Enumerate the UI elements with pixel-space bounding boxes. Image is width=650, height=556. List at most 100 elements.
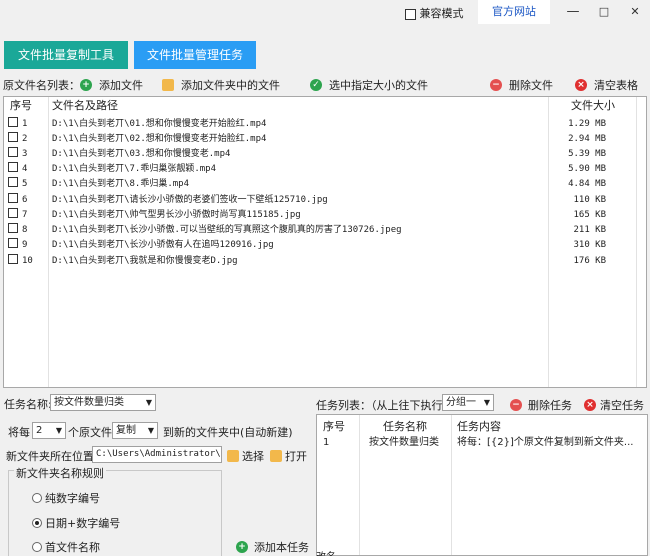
task-row[interactable]: 1 按文件数量归类 将每：[{2}]个原文件复制到新文件夹... (317, 435, 647, 451)
header-size[interactable]: 文件大小 (571, 97, 615, 115)
minimize-icon[interactable]: — (563, 2, 583, 22)
row-checkbox[interactable] (8, 254, 18, 264)
row-path: D:\1\白头到老丌\02.想和你慢慢变老开始脸红.mp4 (52, 134, 267, 144)
new-folder-location-input[interactable]: C:\Users\Administrator\Des (92, 446, 222, 463)
row-path: D:\1\白头到老丌\长沙小骄傲.可以当壁纸的写真照这个腹肌真的厉害了13072… (52, 225, 402, 235)
copy-tool-button[interactable]: 文件批量复制工具 (4, 41, 128, 69)
row-checkbox[interactable] (8, 177, 18, 187)
delete-task-button[interactable]: − 删除任务 (510, 397, 572, 413)
every-count-select[interactable]: 2 ▼ (32, 422, 66, 439)
mode-select[interactable]: 复制 ▼ (112, 422, 158, 439)
mode-value: 复制 (116, 425, 136, 436)
naming-option-label: 日期+数字编号 (45, 517, 121, 530)
row-checkbox[interactable] (8, 223, 18, 233)
header-index[interactable]: 序号 (10, 97, 32, 115)
row-checkbox[interactable] (8, 162, 18, 172)
delete-file-label: 删除文件 (509, 79, 553, 92)
select-by-size-button[interactable]: ✓ 选中指定大小的文件 (310, 77, 428, 93)
minus-circle-icon: − (510, 399, 522, 411)
group-select[interactable]: 分组一 ▼ (442, 394, 494, 411)
row-size: 5.39 MB (568, 149, 606, 159)
table-row[interactable]: 4 D:\1\白头到老丌\7.乖归巢张靓颖.mp4 5.90 MB (4, 162, 646, 177)
task-row-content: 将每：[{2}]个原文件复制到新文件夹... (457, 437, 634, 448)
file-table[interactable]: 序号 文件名及路径 文件大小 1 D:\1\白头到老丌\01.想和你慢慢变老开始… (3, 96, 647, 388)
naming-option-date-number[interactable]: 日期+数字编号 (32, 515, 120, 531)
table-row[interactable]: 8 D:\1\白头到老丌\长沙小骄傲.可以当壁纸的写真照这个腹肌真的厉害了130… (4, 223, 646, 238)
manage-tasks-button[interactable]: 文件批量管理任务 (134, 41, 256, 69)
source-files-label: 个原文件 (68, 426, 112, 439)
open-label: 打开 (285, 450, 307, 463)
clear-tasks-button[interactable]: × 清空任务 (584, 397, 644, 413)
row-checkbox[interactable] (8, 132, 18, 142)
table-row[interactable]: 9 D:\1\白头到老丌\长沙小骄傲有人在追吗120916.jpg 310 KB (4, 238, 646, 253)
add-file-button[interactable]: + 添加文件 (80, 77, 143, 93)
choose-label: 选择 (242, 450, 264, 463)
bottom-label-fragment: 改名 (316, 548, 336, 556)
open-button[interactable]: 打开 (270, 448, 307, 464)
row-index: 9 (22, 240, 28, 250)
delete-file-button[interactable]: − 删除文件 (490, 77, 553, 93)
task-name-select[interactable]: 按文件数量归类 ▼ (50, 394, 156, 411)
table-row[interactable]: 6 D:\1\白头到老丌\请长沙小骄傲的老婆们签收一下壁纸125710.jpg … (4, 193, 646, 208)
task-name-label: 任务名称: (4, 398, 52, 411)
table-row[interactable]: 10 D:\1\白头到老丌\我就是和你慢慢变老D.jpg 176 KB (4, 254, 646, 269)
row-checkbox[interactable] (8, 147, 18, 157)
task-header-content[interactable]: 任务内容 (457, 418, 501, 436)
chevron-down-icon: ▼ (55, 426, 62, 435)
row-index: 1 (22, 119, 28, 129)
compat-mode-checkbox[interactable]: 兼容模式 (405, 5, 464, 21)
header-path[interactable]: 文件名及路径 (52, 97, 118, 115)
close-icon[interactable]: ✕ (625, 2, 645, 22)
row-index: 2 (22, 134, 28, 144)
row-index: 6 (22, 195, 28, 205)
select-by-size-label: 选中指定大小的文件 (329, 79, 428, 92)
row-checkbox[interactable] (8, 193, 18, 203)
naming-option-label: 纯数字编号 (45, 492, 100, 505)
title-bar: 兼容模式 官方网站 — □ ✕ (0, 0, 650, 26)
task-header-name[interactable]: 任务名称 (383, 418, 427, 436)
row-path: D:\1\白头到老丌\8.乖归巢.mp4 (52, 179, 190, 189)
official-site-link[interactable]: 官方网站 (478, 0, 550, 24)
task-table[interactable]: 序号 任务名称 任务内容 1 按文件数量归类 将每：[{2}]个原文件复制到新文… (316, 414, 648, 556)
table-row[interactable]: 7 D:\1\白头到老丌\帅气型男长沙小骄傲时尚写真115185.jpg 165… (4, 208, 646, 223)
row-path: D:\1\白头到老丌\01.想和你慢慢变老开始脸红.mp4 (52, 119, 267, 129)
row-checkbox[interactable] (8, 208, 18, 218)
table-row[interactable]: 3 D:\1\白头到老丌\03.想和你慢慢变老.mp4 5.39 MB (4, 147, 646, 162)
minus-circle-icon: − (490, 79, 502, 91)
table-row[interactable]: 5 D:\1\白头到老丌\8.乖归巢.mp4 4.84 MB (4, 177, 646, 192)
naming-option-number[interactable]: 纯数字编号 (32, 490, 100, 506)
task-name-value: 按文件数量归类 (54, 397, 124, 408)
check-circle-icon: ✓ (310, 79, 322, 91)
radio-selected-icon[interactable] (32, 518, 42, 528)
row-index: 10 (22, 256, 33, 266)
row-path: D:\1\白头到老丌\7.乖归巢张靓颖.mp4 (52, 164, 217, 174)
row-size: 176 KB (573, 256, 606, 266)
add-icon: + (80, 79, 92, 91)
row-size: 4.84 MB (568, 179, 606, 189)
table-row[interactable]: 2 D:\1\白头到老丌\02.想和你慢慢变老开始脸红.mp4 2.94 MB (4, 132, 646, 147)
maximize-icon[interactable]: □ (594, 2, 614, 22)
clear-x-icon: × (575, 79, 587, 91)
row-index: 7 (22, 210, 28, 220)
add-task-button[interactable]: + 添加本任务 (236, 539, 309, 555)
clear-table-button[interactable]: × 清空表格 (575, 77, 638, 93)
row-path: D:\1\白头到老丌\帅气型男长沙小骄傲时尚写真115185.jpg (52, 210, 301, 220)
radio-icon[interactable] (32, 493, 42, 503)
choose-button[interactable]: 选择 (227, 448, 264, 464)
row-checkbox[interactable] (8, 238, 18, 248)
row-size: 2.94 MB (568, 134, 606, 144)
table-row[interactable]: 1 D:\1\白头到老丌\01.想和你慢慢变老开始脸红.mp4 1.29 MB (4, 117, 646, 132)
naming-option-first-file[interactable]: 首文件名称 (32, 539, 100, 555)
add-folder-files-button[interactable]: 添加文件夹中的文件 (162, 77, 280, 93)
radio-icon[interactable] (32, 542, 42, 552)
row-index: 4 (22, 164, 28, 174)
task-header-index[interactable]: 序号 (323, 418, 345, 436)
row-size: 5.90 MB (568, 164, 606, 174)
row-checkbox[interactable] (8, 117, 18, 127)
naming-option-label: 首文件名称 (45, 541, 100, 554)
compat-mode-label: 兼容模式 (419, 7, 464, 20)
task-list-label: 任务列表：（从上往下执行） (316, 399, 454, 412)
compat-mode-check-icon[interactable] (405, 8, 416, 20)
row-index: 5 (22, 179, 28, 189)
delete-task-label: 删除任务 (528, 399, 572, 412)
